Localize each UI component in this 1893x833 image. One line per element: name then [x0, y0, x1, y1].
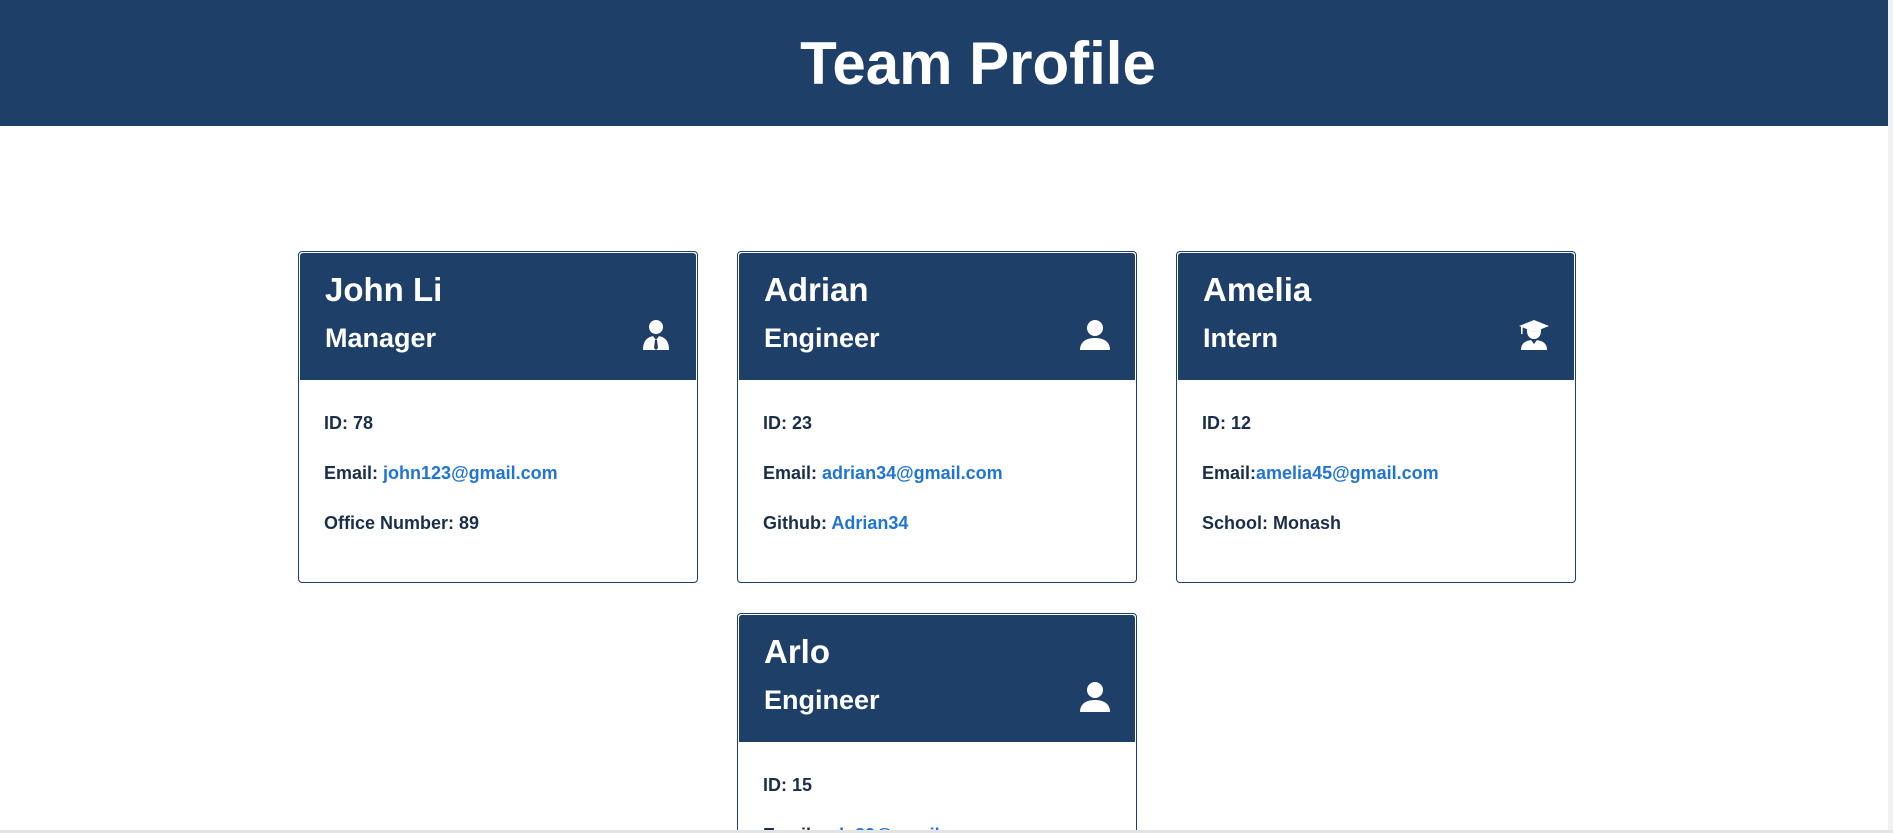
graduate-icon	[1519, 320, 1549, 350]
page: Team Profile John Li Manager ID: 78 Emai…	[0, 0, 1893, 833]
card-header: Arlo Engineer	[738, 614, 1136, 743]
email-link[interactable]: john123@gmail.com	[383, 463, 558, 483]
github-row: Github: Adrian34	[763, 511, 1111, 561]
card-body: ID: 23 Email: adrian34@gmail.com Github:…	[738, 381, 1136, 561]
id-label: ID:	[324, 413, 348, 433]
github-link[interactable]: Adrian34	[831, 513, 908, 533]
id-value: 23	[792, 413, 813, 433]
email-label: Email:	[763, 463, 818, 483]
id-row: ID: 78	[324, 411, 672, 461]
card-body: ID: 78 Email: john123@gmail.com Office N…	[299, 381, 697, 561]
vertical-scrollbar[interactable]	[1888, 0, 1893, 833]
email-label: Email:	[324, 463, 379, 483]
id-value: 78	[353, 413, 374, 433]
email-row: Email: john123@gmail.com	[324, 461, 672, 511]
email-row: Email: adrian34@gmail.com	[763, 461, 1111, 511]
email-row: Email:amelia45@gmail.com	[1202, 461, 1550, 511]
office-number-label: Office Number:	[324, 513, 455, 533]
user-icon	[1080, 682, 1110, 712]
id-value: 12	[1231, 413, 1252, 433]
employee-name: Arlo	[764, 633, 830, 670]
employee-card-amelia: Amelia Intern ID: 12 Email:amelia45@gmai…	[1176, 251, 1576, 583]
employee-card-john-li: John Li Manager ID: 78 Email: john123@gm…	[298, 251, 698, 583]
card-header: John Li Manager	[299, 252, 697, 381]
employee-card-adrian: Adrian Engineer ID: 23 Email: adrian34@g…	[737, 251, 1137, 583]
id-value: 15	[792, 775, 813, 795]
id-label: ID:	[763, 775, 787, 795]
employee-role: Intern	[1203, 323, 1279, 353]
email-label: Email:	[1202, 463, 1257, 483]
employee-name: Adrian	[764, 271, 869, 308]
employee-role: Engineer	[764, 685, 880, 715]
employee-name: Amelia	[1203, 271, 1312, 308]
id-row: ID: 12	[1202, 411, 1550, 461]
school-label: School:	[1202, 513, 1268, 533]
card-header: Adrian Engineer	[738, 252, 1136, 381]
card-body: ID: 15 Email: arlo89@gmail.com	[738, 743, 1136, 833]
card-body: ID: 12 Email:amelia45@gmail.com School: …	[1177, 381, 1575, 561]
email-link[interactable]: amelia45@gmail.com	[1256, 463, 1439, 483]
github-label: Github:	[763, 513, 827, 533]
id-label: ID:	[1202, 413, 1226, 433]
id-row: ID: 23	[763, 411, 1111, 461]
employee-role: Manager	[325, 323, 437, 353]
office-number-row: Office Number: 89	[324, 511, 672, 561]
page-title: Team Profile	[800, 29, 1156, 97]
email-link[interactable]: adrian34@gmail.com	[822, 463, 1003, 483]
school-row: School: Monash	[1202, 511, 1550, 561]
user-icon	[1080, 320, 1110, 350]
employee-role: Engineer	[764, 323, 880, 353]
card-header: Amelia Intern	[1177, 252, 1575, 381]
employee-name: John Li	[325, 271, 443, 308]
page-header: Team Profile	[0, 0, 1888, 126]
id-label: ID:	[763, 413, 787, 433]
school-value: Monash	[1273, 513, 1342, 533]
manager-icon	[643, 320, 669, 350]
office-number-value: 89	[459, 513, 480, 533]
id-row: ID: 15	[763, 773, 1111, 823]
employee-card-arlo: Arlo Engineer ID: 15 Email: arlo89@gmail…	[737, 613, 1137, 833]
